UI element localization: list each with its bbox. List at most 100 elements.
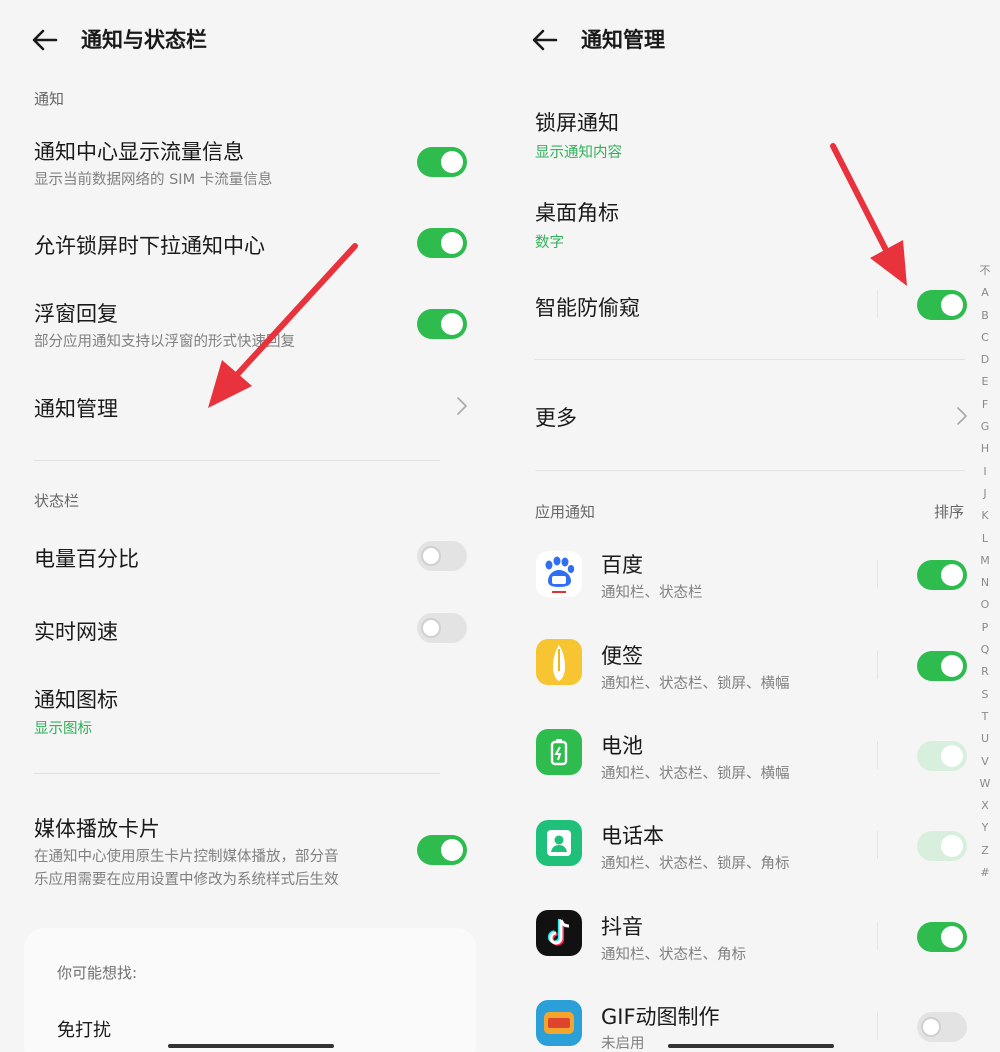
alphabet-index-letter[interactable]: N <box>976 572 994 594</box>
battery-percent-toggle[interactable] <box>417 541 467 571</box>
lockscreen-notification-item[interactable]: 锁屏通知 <box>535 107 619 137</box>
app-desc-douyin: 通知栏、状态栏、角标 <box>601 947 746 963</box>
media-card-toggle[interactable] <box>417 835 467 865</box>
lockscreen-notification-value: 显示通知内容 <box>535 145 622 161</box>
notification-management-screen: 通知管理 锁屏通知 显示通知内容 桌面角标 数字 智能防偷窥 更多 应用通知 排… <box>500 0 1000 1052</box>
alphabet-index-letter[interactable]: E <box>976 371 994 393</box>
app-toggle-contacts[interactable] <box>917 831 967 861</box>
app-toggle-battery[interactable] <box>917 741 967 771</box>
alphabet-index-letter[interactable]: D <box>976 349 994 371</box>
section-header-notify: 通知 <box>34 90 65 108</box>
back-arrow-icon[interactable] <box>530 26 560 54</box>
float-reply-description: 部分应用通知支持以浮窗的形式快速回复 <box>34 334 295 350</box>
separator <box>877 290 878 318</box>
app-name-baidu: 百度 <box>601 553 643 577</box>
sort-button[interactable]: 排序 <box>934 501 964 522</box>
notification-icon-item[interactable]: 通知图标 <box>34 684 118 714</box>
alphabet-index-letter[interactable]: P <box>976 617 994 639</box>
alphabet-index-letter[interactable]: U <box>976 728 994 750</box>
douyin-icon <box>536 910 582 956</box>
alphabet-index-letter[interactable]: B <box>976 305 994 327</box>
contacts-icon <box>536 820 582 866</box>
gif-maker-icon <box>536 1000 582 1046</box>
chevron-right-icon <box>955 406 969 426</box>
alphabet-index-letter[interactable]: W <box>976 773 994 795</box>
separator <box>877 831 878 859</box>
home-indicator[interactable] <box>168 1044 334 1048</box>
app-toggle-gif-maker[interactable] <box>917 1012 967 1042</box>
alphabet-index-letter[interactable]: G <box>976 416 994 438</box>
suggestion-card: 你可能想找: 免打扰 <box>24 928 476 1052</box>
alphabet-index-letter[interactable]: S <box>976 684 994 706</box>
app-name-contacts: 电话本 <box>601 824 664 848</box>
alphabet-index-letter[interactable]: 不 <box>976 260 994 282</box>
float-reply-toggle[interactable] <box>417 309 467 339</box>
anti-peek-toggle[interactable] <box>917 290 967 320</box>
alphabet-index-letter[interactable]: T <box>976 706 994 728</box>
page-title: 通知管理 <box>581 28 665 52</box>
app-name-battery: 电池 <box>601 734 643 758</box>
float-reply-label: 浮窗回复 <box>34 302 118 326</box>
notes-icon <box>536 639 582 685</box>
alphabet-index-letter[interactable]: J <box>976 483 994 505</box>
alphabet-index-letter[interactable]: C <box>976 327 994 349</box>
app-desc-baidu: 通知栏、状态栏 <box>601 585 703 601</box>
alphabet-index[interactable]: 不 A B C D E F G H I J K L M N O P Q R S T U V W X Y Z # <box>976 260 994 884</box>
section-header-apps: 应用通知 <box>535 503 596 521</box>
alphabet-index-letter[interactable]: I <box>976 461 994 483</box>
lockscreen-pulldown-label: 允许锁屏时下拉通知中心 <box>34 234 265 258</box>
realtime-speed-label: 实时网速 <box>34 620 118 644</box>
back-arrow-icon[interactable] <box>30 26 60 54</box>
divider <box>535 470 965 471</box>
separator <box>877 922 878 950</box>
alphabet-index-letter[interactable]: A <box>976 282 994 304</box>
suggestion-heading: 你可能想找: <box>57 964 138 982</box>
suggestion-item-dnd[interactable]: 免打扰 <box>57 1016 111 1042</box>
app-toggle-douyin[interactable] <box>917 922 967 952</box>
battery-percent-label: 电量百分比 <box>34 547 139 571</box>
traffic-info-description: 显示当前数据网络的 SIM 卡流量信息 <box>34 172 273 188</box>
section-header-statusbar: 状态栏 <box>34 492 80 510</box>
home-indicator[interactable] <box>668 1044 834 1048</box>
alphabet-index-letter[interactable]: K <box>976 505 994 527</box>
alphabet-index-letter[interactable]: L <box>976 528 994 550</box>
notification-statusbar-screen: 通知与状态栏 通知 通知中心显示流量信息 显示当前数据网络的 SIM 卡流量信息… <box>0 0 500 1052</box>
alphabet-index-letter[interactable]: F <box>976 394 994 416</box>
red-arrow-annotation <box>208 243 358 408</box>
more-item[interactable]: 更多 <box>535 402 577 432</box>
app-name-douyin: 抖音 <box>601 915 643 939</box>
app-name-notes: 便签 <box>601 644 643 668</box>
anti-peek-label: 智能防偷窥 <box>535 296 640 320</box>
notification-management-item[interactable]: 通知管理 <box>34 393 118 423</box>
alphabet-index-letter[interactable]: M <box>976 550 994 572</box>
app-toggle-baidu[interactable] <box>917 560 967 590</box>
traffic-info-label: 通知中心显示流量信息 <box>34 140 244 164</box>
chevron-right-icon <box>455 396 469 416</box>
divider <box>34 460 440 461</box>
app-desc-contacts: 通知栏、状态栏、锁屏、角标 <box>601 856 790 872</box>
app-name-gif-maker: GIF动图制作 <box>601 1005 720 1029</box>
alphabet-index-letter[interactable]: X <box>976 795 994 817</box>
media-card-description-line2: 乐应用需要在应用设置中修改为系统样式后生效 <box>34 872 339 888</box>
separator <box>877 560 878 588</box>
alphabet-index-letter[interactable]: O <box>976 594 994 616</box>
divider <box>34 773 440 774</box>
alphabet-index-letter[interactable]: H <box>976 438 994 460</box>
media-card-label: 媒体播放卡片 <box>34 817 160 841</box>
page-title: 通知与状态栏 <box>81 28 207 52</box>
battery-icon <box>536 729 582 775</box>
traffic-info-toggle[interactable] <box>417 147 467 177</box>
separator <box>877 741 878 769</box>
alphabet-index-letter[interactable]: R <box>976 661 994 683</box>
badge-item[interactable]: 桌面角标 <box>535 197 619 227</box>
alphabet-index-letter[interactable]: # <box>976 862 994 884</box>
baidu-icon <box>536 551 582 597</box>
app-toggle-notes[interactable] <box>917 651 967 681</box>
alphabet-index-letter[interactable]: V <box>976 751 994 773</box>
realtime-speed-toggle[interactable] <box>417 613 467 643</box>
alphabet-index-letter[interactable]: Y <box>976 817 994 839</box>
lockscreen-pulldown-toggle[interactable] <box>417 228 467 258</box>
divider <box>535 359 965 360</box>
alphabet-index-letter[interactable]: Q <box>976 639 994 661</box>
alphabet-index-letter[interactable]: Z <box>976 840 994 862</box>
